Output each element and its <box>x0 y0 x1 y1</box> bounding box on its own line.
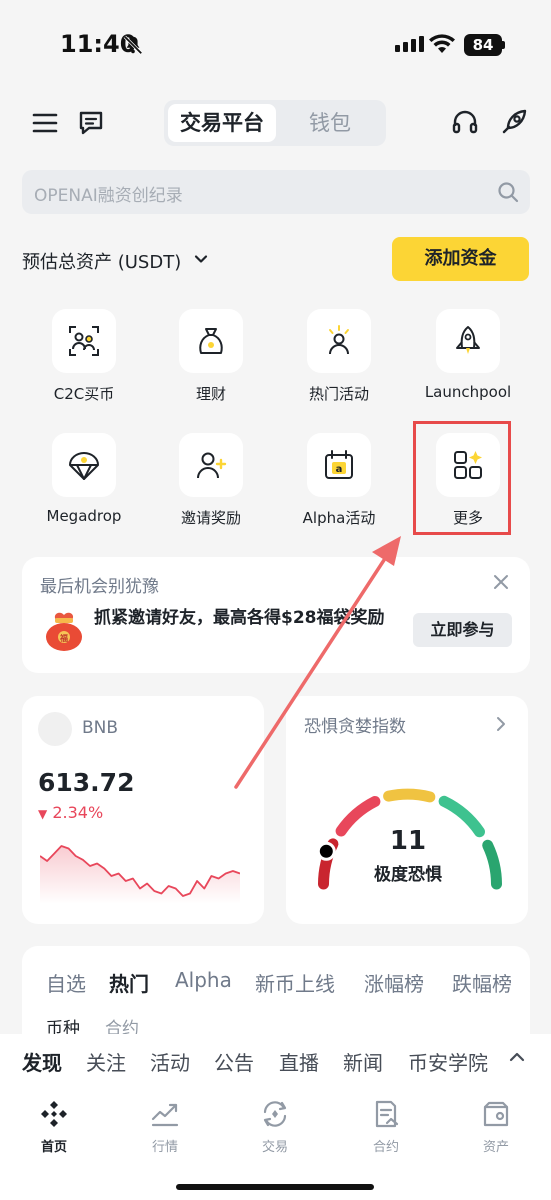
join-now-button[interactable]: 立即参与 <box>413 613 512 647</box>
bell-muted-icon <box>123 35 143 55</box>
markets-icon[interactable] <box>150 1099 180 1129</box>
message-icon[interactable] <box>76 108 106 138</box>
market-tab-favorites[interactable]: 自选 <box>46 968 86 997</box>
lucky-bag-icon: 福 <box>46 612 82 651</box>
nav-futures-label[interactable]: 合约 <box>346 1136 426 1155</box>
close-icon[interactable] <box>492 573 510 591</box>
bnb-price: 613.72 <box>38 768 135 797</box>
home-indicator <box>176 1184 374 1190</box>
wallet-icon[interactable] <box>481 1099 511 1129</box>
add-funds-button[interactable]: 添加资金 <box>392 237 529 281</box>
search-icon[interactable] <box>496 180 520 204</box>
discover-tab-academy[interactable]: 币安学院 <box>408 1047 498 1076</box>
chevron-down-icon[interactable] <box>192 250 210 268</box>
fear-greed-title: 恐惧贪婪指数 <box>304 717 406 737</box>
megadrop-icon <box>69 452 99 480</box>
nav-home-label[interactable]: 首页 <box>14 1136 94 1155</box>
discover-tab-live[interactable]: 直播 <box>279 1047 319 1076</box>
wifi-icon <box>429 34 455 53</box>
battery-nub <box>502 41 505 49</box>
promo-body: 抓紧邀请好友，最高各得$28福袋奖励 <box>94 608 385 628</box>
estimated-assets-label[interactable]: 预估总资产 (USDT) <box>22 248 181 274</box>
nav-assets-label[interactable]: 资产 <box>456 1136 536 1155</box>
market-tab-alpha[interactable]: Alpha <box>175 968 232 992</box>
bnb-logo <box>38 712 72 746</box>
fear-greed-label: 极度恐惧 <box>374 865 442 885</box>
rocket-icon <box>456 326 480 354</box>
trade-icon[interactable] <box>260 1099 290 1129</box>
more-highlight-box <box>413 421 511 535</box>
megadrop-label: Megadrop <box>46 507 122 525</box>
c2c-icon <box>69 326 99 356</box>
svg-text:a: a <box>336 464 343 475</box>
futures-icon[interactable] <box>371 1099 401 1129</box>
rocket-account-icon[interactable] <box>500 106 530 136</box>
discover-tab-following[interactable]: 关注 <box>86 1047 126 1076</box>
earn-bag-icon <box>199 328 223 354</box>
market-tab-losers[interactable]: 跌幅榜 <box>452 968 530 997</box>
svg-text:福: 福 <box>59 633 68 643</box>
battery-indicator: 84 <box>464 34 502 56</box>
market-tab-gainers[interactable]: 涨幅榜 <box>364 968 424 997</box>
invite-user-icon <box>197 452 227 479</box>
discover-tab-announcement[interactable]: 公告 <box>214 1047 254 1076</box>
tab-exchange[interactable]: 交易平台 <box>168 104 276 142</box>
gauge-knob <box>316 841 336 861</box>
bnb-change: ▼ 2.34% <box>38 803 103 822</box>
menu-icon[interactable] <box>30 108 60 138</box>
bnb-name: BNB <box>82 718 119 738</box>
bnb-change-value: 2.34% <box>52 803 104 822</box>
earn-label: 理财 <box>195 385 226 403</box>
invite-label: 邀请奖励 <box>180 509 241 527</box>
alpha-calendar-icon: a <box>325 450 353 479</box>
discover-tab-news[interactable]: 新闻 <box>343 1047 383 1076</box>
cellular-signal-icon <box>395 36 424 52</box>
tab-wallet[interactable]: 钱包 <box>280 104 380 142</box>
search-input[interactable]: OPENAI融资创纪录 <box>34 181 183 206</box>
nav-markets-label[interactable]: 行情 <box>125 1136 205 1155</box>
sparkline-area <box>40 846 240 904</box>
alpha-activity-label: Alpha活动 <box>302 509 376 527</box>
market-tab-hot[interactable]: 热门 <box>109 968 149 997</box>
down-triangle-icon: ▼ <box>38 807 48 821</box>
c2c-label: C2C买币 <box>53 385 115 403</box>
discover-tab-activity[interactable]: 活动 <box>150 1047 190 1076</box>
fear-greed-value: 11 <box>389 826 427 856</box>
chevron-right-icon[interactable] <box>494 715 508 733</box>
hot-activity-icon <box>329 325 349 355</box>
launchpool-label: Launchpool <box>424 383 512 401</box>
bnb-sparkline <box>40 845 240 904</box>
hot-activity-label: 热门活动 <box>308 385 369 403</box>
home-icon[interactable] <box>39 1099 69 1129</box>
promo-title: 最后机会别犹豫 <box>40 577 159 597</box>
market-tab-new-listing[interactable]: 新币上线 <box>255 968 335 997</box>
headset-icon[interactable] <box>450 108 480 138</box>
chevron-up-icon[interactable] <box>508 1048 526 1066</box>
nav-trade-label[interactable]: 交易 <box>235 1136 315 1155</box>
discover-tab-discover[interactable]: 发现 <box>22 1047 62 1076</box>
